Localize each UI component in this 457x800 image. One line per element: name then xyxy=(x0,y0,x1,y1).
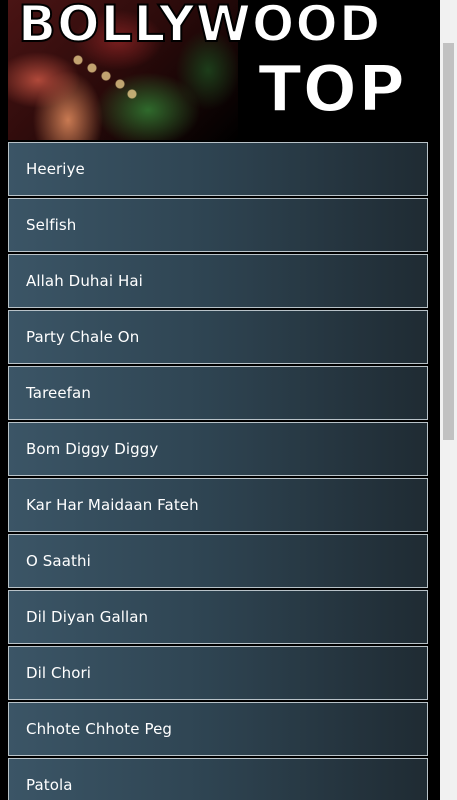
banner-title-line-2: TOP xyxy=(257,52,406,128)
song-item-party-chale-on[interactable]: Party Chale On xyxy=(8,310,428,364)
song-label: Party Chale On xyxy=(26,328,140,346)
song-list: Heeriye Selfish Allah Duhai Hai Party Ch… xyxy=(8,142,428,800)
song-label: Tareefan xyxy=(26,384,91,402)
song-label: Bom Diggy Diggy xyxy=(26,440,159,458)
banner-title-line-1: BOLLYWOOD xyxy=(17,0,382,53)
song-label: Kar Har Maidaan Fateh xyxy=(26,496,199,514)
song-item-tareefan[interactable]: Tareefan xyxy=(8,366,428,420)
scrollbar-thumb[interactable] xyxy=(443,43,454,440)
song-label: Heeriye xyxy=(26,160,85,178)
song-item-heeriye[interactable]: Heeriye xyxy=(8,142,428,196)
song-item-allah-duhai-hai[interactable]: Allah Duhai Hai xyxy=(8,254,428,308)
song-label: Patola xyxy=(26,776,73,794)
song-item-kar-har-maidaan-fateh[interactable]: Kar Har Maidaan Fateh xyxy=(8,478,428,532)
song-item-dil-chori[interactable]: Dil Chori xyxy=(8,646,428,700)
song-label: Selfish xyxy=(26,216,77,234)
header-banner: BOLLYWOOD TOP xyxy=(8,0,428,140)
song-item-patola[interactable]: Patola xyxy=(8,758,428,800)
app-viewport: BOLLYWOOD TOP Heeriye Selfish Allah Duha… xyxy=(0,0,440,800)
song-label: Chhote Chhote Peg xyxy=(26,720,173,738)
song-label: Dil Diyan Gallan xyxy=(26,608,149,626)
song-label: Dil Chori xyxy=(26,664,92,682)
song-item-bom-diggy-diggy[interactable]: Bom Diggy Diggy xyxy=(8,422,428,476)
song-item-o-saathi[interactable]: O Saathi xyxy=(8,534,428,588)
song-item-dil-diyan-gallan[interactable]: Dil Diyan Gallan xyxy=(8,590,428,644)
song-item-selfish[interactable]: Selfish xyxy=(8,198,428,252)
vertical-scrollbar[interactable] xyxy=(440,0,457,800)
song-item-chhote-chhote-peg[interactable]: Chhote Chhote Peg xyxy=(8,702,428,756)
banner-jewelry-decoration xyxy=(68,50,138,110)
song-label: O Saathi xyxy=(26,552,91,570)
song-label: Allah Duhai Hai xyxy=(26,272,143,290)
